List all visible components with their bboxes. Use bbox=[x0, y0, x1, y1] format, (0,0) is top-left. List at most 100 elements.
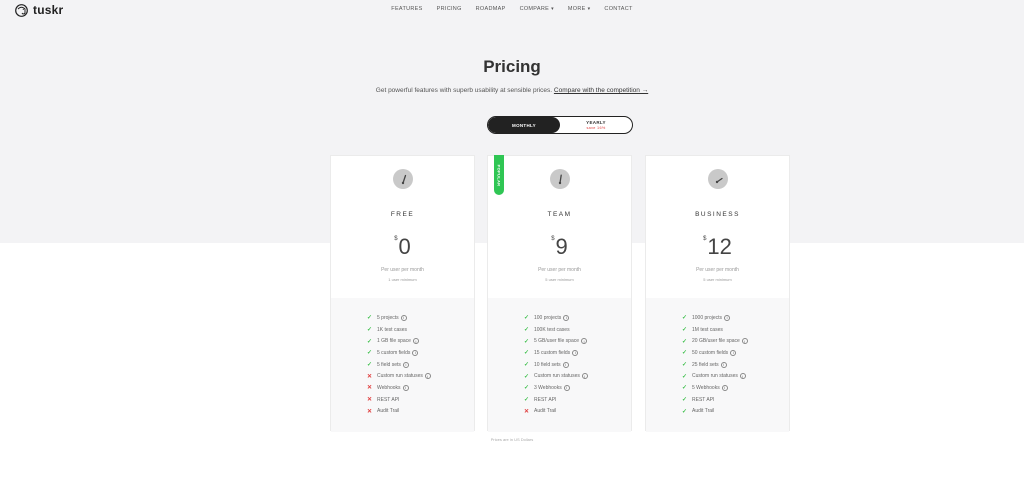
user-minimum: 1 user minimum bbox=[388, 277, 417, 282]
feature-item: ✓ 5 Webhooks i bbox=[646, 382, 789, 394]
feature-text: Audit Trail bbox=[377, 408, 400, 415]
info-icon[interactable]: i bbox=[720, 361, 727, 368]
feature-item: ✕ Audit Trail bbox=[331, 406, 474, 418]
feature-text: 3 Webhooks bbox=[534, 384, 562, 391]
plan-header: TEAM $9 Per user per month 5 user minimu… bbox=[488, 156, 631, 298]
check-icon: ✓ bbox=[682, 327, 688, 334]
feature-item: ✓ 25 field sets i bbox=[646, 359, 789, 371]
cross-icon: ✕ bbox=[367, 397, 373, 404]
info-icon[interactable]: i bbox=[412, 349, 419, 356]
currency-footnote: Prices are in US Dollars bbox=[490, 437, 534, 442]
info-icon[interactable]: i bbox=[563, 314, 570, 321]
info-icon[interactable]: i bbox=[581, 338, 588, 345]
info-icon[interactable]: i bbox=[402, 384, 409, 391]
check-icon: ✓ bbox=[682, 397, 688, 404]
feature-item: ✓ Audit Trail bbox=[646, 406, 789, 418]
main-nav: FEATURES PRICING ROADMAP COMPARE ▾ MORE ▾ … bbox=[0, 6, 1024, 12]
billing-period-toggle: MONTHLY YEARLY save 16% bbox=[487, 116, 633, 134]
info-icon[interactable]: i bbox=[581, 373, 588, 380]
feature-text: Custom run statuses bbox=[377, 373, 423, 380]
feature-text: 5 GB/user file space bbox=[534, 338, 580, 345]
info-icon[interactable]: i bbox=[572, 349, 579, 356]
info-icon[interactable]: i bbox=[563, 384, 570, 391]
feature-item: ✓ 1 GB file space i bbox=[331, 335, 474, 347]
gauge-mid-icon bbox=[550, 169, 570, 189]
currency-symbol: $ bbox=[703, 236, 707, 242]
feature-text: 50 custom fields bbox=[692, 349, 729, 356]
feature-text: 20 GB/user file space bbox=[692, 338, 740, 345]
feature-item: ✓ 1M test cases bbox=[646, 324, 789, 336]
nav-item-pricing[interactable]: PRICING bbox=[437, 6, 462, 12]
check-icon: ✓ bbox=[682, 362, 688, 369]
user-minimum: 5 user minimum bbox=[703, 277, 732, 282]
chevron-down-icon: ▾ bbox=[587, 6, 591, 12]
price-period: Per user per month bbox=[381, 267, 424, 273]
check-icon: ✓ bbox=[524, 362, 530, 369]
feature-item: ✓ 5 custom fields i bbox=[331, 347, 474, 359]
nav-label: CONTACT bbox=[604, 6, 633, 12]
info-icon[interactable]: i bbox=[724, 314, 731, 321]
yearly-option[interactable]: YEARLY save 16% bbox=[560, 117, 632, 133]
feature-text: 25 field sets bbox=[692, 361, 719, 368]
info-icon[interactable]: i bbox=[739, 373, 746, 380]
feature-text: 5 custom fields bbox=[377, 349, 411, 356]
info-icon[interactable]: i bbox=[721, 384, 728, 391]
check-icon: ✓ bbox=[367, 350, 373, 357]
feature-item: ✓ 3 Webhooks i bbox=[488, 382, 631, 394]
feature-item: ✓ 50 custom fields i bbox=[646, 347, 789, 359]
yearly-label: YEARLY bbox=[586, 120, 606, 125]
nav-item-contact[interactable]: CONTACT bbox=[604, 6, 632, 12]
info-icon[interactable]: i bbox=[424, 373, 431, 380]
feature-text: Custom run statuses bbox=[692, 373, 738, 380]
plan-card-business: BUSINESS $12 Per user per month 5 user m… bbox=[645, 155, 790, 432]
price-value: 0 bbox=[398, 234, 411, 259]
nav-label: MORE bbox=[567, 6, 586, 12]
compare-competition-link[interactable]: Compare with the competition → bbox=[554, 87, 648, 94]
check-icon: ✓ bbox=[367, 315, 373, 322]
page-title: Pricing bbox=[483, 57, 541, 76]
feature-text: 5 projects bbox=[377, 314, 399, 321]
feature-item: ✓ 5 GB/user file space i bbox=[488, 335, 631, 347]
feature-text: Webhooks bbox=[377, 384, 401, 391]
check-icon: ✓ bbox=[524, 327, 530, 334]
check-icon: ✓ bbox=[524, 373, 530, 380]
info-icon[interactable]: i bbox=[412, 338, 419, 345]
currency-symbol: $ bbox=[551, 236, 555, 242]
nav-label: COMPARE bbox=[519, 6, 550, 12]
check-icon: ✓ bbox=[524, 338, 530, 345]
plan-price: $12 bbox=[646, 234, 789, 260]
nav-item-features[interactable]: FEATURES bbox=[391, 6, 422, 12]
chevron-down-icon: ▾ bbox=[551, 6, 554, 12]
nav-item-compare[interactable]: COMPARE ▾ bbox=[520, 6, 554, 12]
feature-text: 1000 projects bbox=[692, 314, 723, 321]
info-icon[interactable]: i bbox=[400, 314, 407, 321]
info-icon[interactable]: i bbox=[562, 361, 569, 368]
nav-item-roadmap[interactable]: ROADMAP bbox=[476, 6, 506, 12]
plan-name: FREE bbox=[390, 211, 415, 218]
feature-text: REST API bbox=[692, 396, 715, 403]
feature-text: REST API bbox=[534, 396, 557, 403]
feature-text: Audit Trail bbox=[534, 408, 557, 415]
feature-text: 15 custom fields bbox=[534, 349, 571, 356]
monthly-option[interactable]: MONTHLY bbox=[488, 117, 560, 133]
feature-item: ✕ Audit Trail bbox=[488, 406, 631, 418]
plan-card-team: TEAM $9 Per user per month 5 user minimu… bbox=[487, 155, 632, 432]
feature-item: ✓ 20 GB/user file space i bbox=[646, 335, 789, 347]
price-value: 12 bbox=[707, 234, 732, 259]
feature-text: 100K test cases bbox=[534, 326, 570, 333]
nav-item-more[interactable]: MORE ▾ bbox=[568, 6, 591, 12]
check-icon: ✓ bbox=[524, 397, 530, 404]
feature-text: 1 GB file space bbox=[377, 338, 411, 345]
info-icon[interactable]: i bbox=[402, 361, 409, 368]
feature-item: ✕ Custom run statuses i bbox=[331, 370, 474, 382]
feature-item: ✓ 1K test cases bbox=[331, 324, 474, 336]
plan-header: BUSINESS $12 Per user per month 5 user m… bbox=[646, 156, 789, 298]
info-icon[interactable]: i bbox=[730, 349, 737, 356]
feature-text: 10 field sets bbox=[534, 361, 561, 368]
subtitle-text: Get powerful features with superb usabil… bbox=[375, 87, 553, 94]
feature-text: Custom run statuses bbox=[534, 373, 580, 380]
price-period: Per user per month bbox=[538, 267, 581, 273]
feature-item: ✓ 10 field sets i bbox=[488, 359, 631, 371]
info-icon[interactable]: i bbox=[741, 338, 748, 345]
yearly-discount-note: save 16% bbox=[586, 126, 606, 130]
